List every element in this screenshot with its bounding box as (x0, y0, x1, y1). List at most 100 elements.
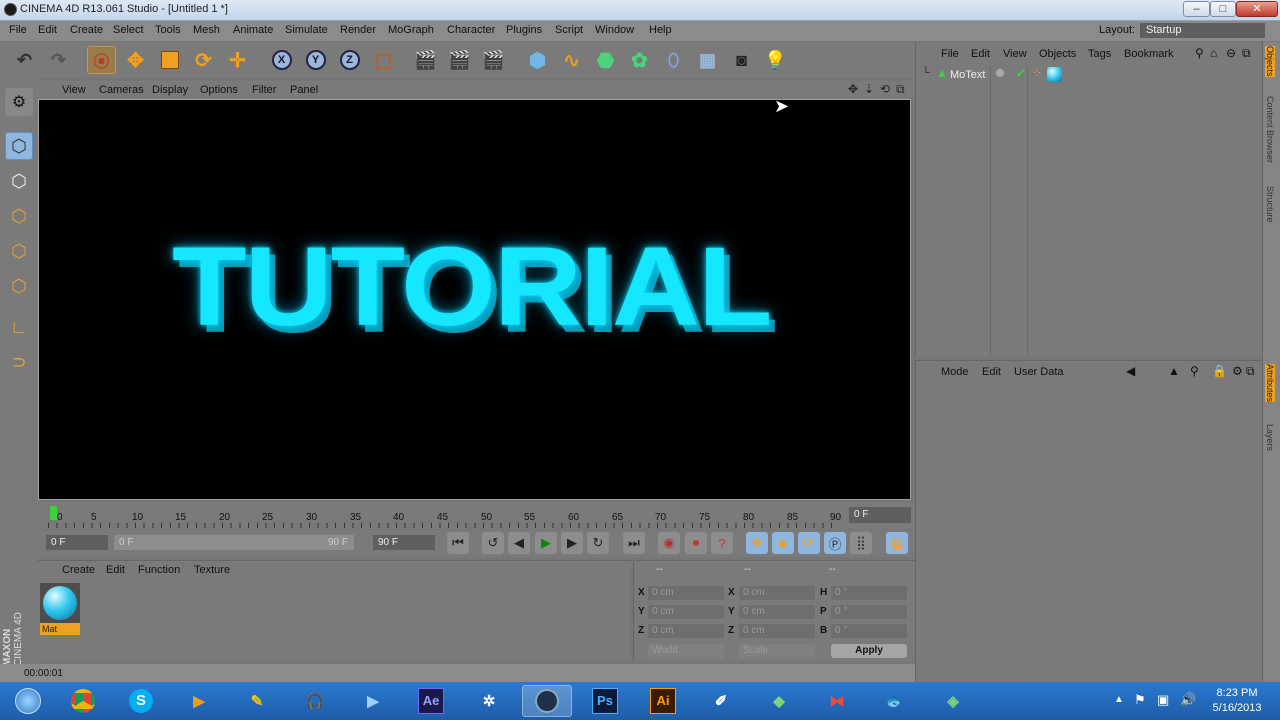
chrome-icon[interactable] (58, 685, 108, 717)
search-icon[interactable]: ⚲ (1190, 364, 1199, 378)
coordinate-system-icon[interactable]: ⬚ (369, 46, 398, 74)
menu-mesh[interactable]: Mesh (193, 24, 220, 36)
key-parameter-icon[interactable]: Ⓟ (824, 532, 846, 554)
edges-mode-icon[interactable]: ⬡ (5, 237, 33, 265)
enabled-check-icon[interactable]: ✔ (1016, 66, 1026, 80)
auto-keying-icon[interactable]: ⏺ (685, 532, 707, 554)
viewport-move-icon[interactable]: ✥ (848, 82, 858, 96)
object-menu-objects[interactable]: Objects (1039, 48, 1076, 60)
search-icon[interactable]: ⚲ (1195, 46, 1204, 60)
key-scale-icon[interactable]: ■ (772, 532, 794, 554)
tray-expand-icon[interactable]: ▲ (1114, 694, 1124, 705)
polygons-mode-icon[interactable]: ⬡ (5, 272, 33, 300)
menu-plugins[interactable]: Plugins (506, 24, 542, 36)
light-bulb-icon[interactable]: 💡 (761, 46, 790, 74)
viewport-menu-panel[interactable]: Panel (290, 84, 318, 96)
position-z-field[interactable]: 0 cm (648, 624, 724, 638)
rotation-p-field[interactable]: 0 ° (831, 605, 907, 619)
viewport-rotate-icon[interactable]: ⟲ (880, 82, 890, 96)
player-icon[interactable]: ▶ (348, 685, 398, 717)
start-frame-field[interactable]: 0 F (46, 535, 108, 550)
material-menu-texture[interactable]: Texture (194, 564, 230, 576)
tab-layers[interactable]: Layers (1265, 424, 1275, 451)
position-y-field[interactable]: 0 cm (648, 605, 724, 619)
redo-icon[interactable]: ↷ (44, 46, 73, 74)
tab-objects[interactable]: Objects (1265, 46, 1275, 77)
size-mode-select[interactable]: Scale (739, 644, 815, 658)
menu-window[interactable]: Window (595, 24, 634, 36)
object-row-motext[interactable]: └ ▲ MoText ✔ ⁘ (916, 66, 1263, 84)
headphones-icon[interactable]: 🎧 (290, 685, 340, 717)
menu-render[interactable]: Render (340, 24, 376, 36)
array-icon[interactable]: ✿ (625, 46, 654, 74)
playhead-marker[interactable] (50, 506, 57, 520)
object-menu-view[interactable]: View (1003, 48, 1027, 60)
material-menu-function[interactable]: Function (138, 564, 180, 576)
cube-app-icon[interactable]: ◆ (754, 685, 804, 717)
object-menu-file[interactable]: File (941, 48, 959, 60)
key-position-icon[interactable]: ✥ (746, 532, 768, 554)
size-x-field[interactable]: 0 cm (739, 586, 815, 600)
key-pla-icon[interactable]: ⣿ (850, 532, 872, 554)
menu-file[interactable]: File (9, 24, 27, 36)
menu-mograph[interactable]: MoGraph (388, 24, 434, 36)
object-menu-edit[interactable]: Edit (971, 48, 990, 60)
make-editable-icon[interactable]: ⚙ (5, 88, 33, 116)
settings-icon[interactable]: ⚙ (1232, 364, 1243, 378)
render-settings-icon[interactable]: 🎬 (479, 46, 508, 74)
menu-help[interactable]: Help (649, 24, 672, 36)
cinema-app-icon[interactable]: ◈ (928, 685, 978, 717)
render-picture-viewer-icon[interactable]: 🎬 (445, 46, 474, 74)
end-frame-field[interactable]: 90 F (373, 535, 435, 550)
next-key-icon[interactable]: ↻ (587, 532, 609, 554)
3d-viewport[interactable]: TUTORIAL (38, 99, 911, 500)
attr-menu-mode[interactable]: Mode (941, 366, 969, 378)
axis-mode-icon[interactable]: ∟ (5, 313, 33, 341)
up-arrow-icon[interactable]: ▲ (1168, 364, 1180, 378)
key-rotation-icon[interactable]: ⟳ (798, 532, 820, 554)
live-selection-icon[interactable]: ⦿ (87, 46, 116, 74)
render-view-icon[interactable]: 🎬 (411, 46, 440, 74)
volume-icon[interactable]: 🔊 (1180, 692, 1196, 708)
timeline-ruler[interactable]: 0 5 10 15 20 25 30 35 40 45 50 55 60 65 … (38, 502, 915, 529)
media-player-icon[interactable]: ▶ (174, 685, 224, 717)
tab-attributes[interactable]: Attributes (1265, 364, 1275, 403)
y-axis-lock-icon[interactable]: Y (301, 46, 330, 74)
back-arrow-icon[interactable]: ◀ (1126, 364, 1135, 378)
model-mode-icon[interactable]: ⬡ (5, 132, 33, 160)
size-z-field[interactable]: 0 cm (739, 624, 815, 638)
undo-icon[interactable]: ↶ (10, 46, 39, 74)
photoshop-icon[interactable]: Ps (580, 685, 630, 717)
deformer-icon[interactable]: ⬯ (659, 46, 688, 74)
network-icon[interactable]: ✲ (464, 685, 514, 717)
bow-app-icon[interactable]: ⧓ (812, 685, 862, 717)
nurbs-icon[interactable]: ⬣ (591, 46, 620, 74)
object-menu-tags[interactable]: Tags (1088, 48, 1111, 60)
scale-tool-icon[interactable] (155, 46, 184, 74)
close-button[interactable]: ✕ (1236, 1, 1278, 17)
viewport-menu-display[interactable]: Display (152, 84, 188, 96)
action-center-icon[interactable]: ⚑ (1134, 692, 1146, 708)
cinema4d-taskbar-icon[interactable] (522, 685, 572, 717)
lock-icon[interactable]: 🔒 (1212, 364, 1227, 378)
snapping-magnet-icon[interactable]: ⊃ (5, 348, 33, 376)
minimize-button[interactable]: – (1183, 1, 1210, 17)
illustrator-icon[interactable]: Ai (638, 685, 688, 717)
rotation-b-field[interactable]: 0 ° (831, 624, 907, 638)
layout-select[interactable]: Startup (1140, 23, 1265, 38)
texture-mode-icon[interactable]: ⬡ (5, 167, 33, 195)
spline-icon[interactable]: ∿ (557, 46, 586, 74)
go-to-start-icon[interactable]: ⏮ (447, 532, 469, 554)
z-axis-lock-icon[interactable]: Z (335, 46, 364, 74)
menu-edit[interactable]: Edit (38, 24, 57, 36)
maximize-button[interactable]: □ (1210, 1, 1236, 17)
home-icon[interactable]: ⌂ (1210, 46, 1217, 60)
viewport-maximize-icon[interactable]: ⧉ (896, 82, 905, 97)
attr-menu-edit[interactable]: Edit (982, 366, 1001, 378)
tools-icon[interactable]: ✐ (696, 685, 746, 717)
keyframe-selection-icon[interactable]: ? (711, 532, 733, 554)
x-axis-lock-icon[interactable]: X (267, 46, 296, 74)
panel-maximize-icon[interactable]: ⧉ (1242, 46, 1251, 61)
camera-icon[interactable]: ◙ (727, 46, 756, 74)
menu-select[interactable]: Select (113, 24, 144, 36)
